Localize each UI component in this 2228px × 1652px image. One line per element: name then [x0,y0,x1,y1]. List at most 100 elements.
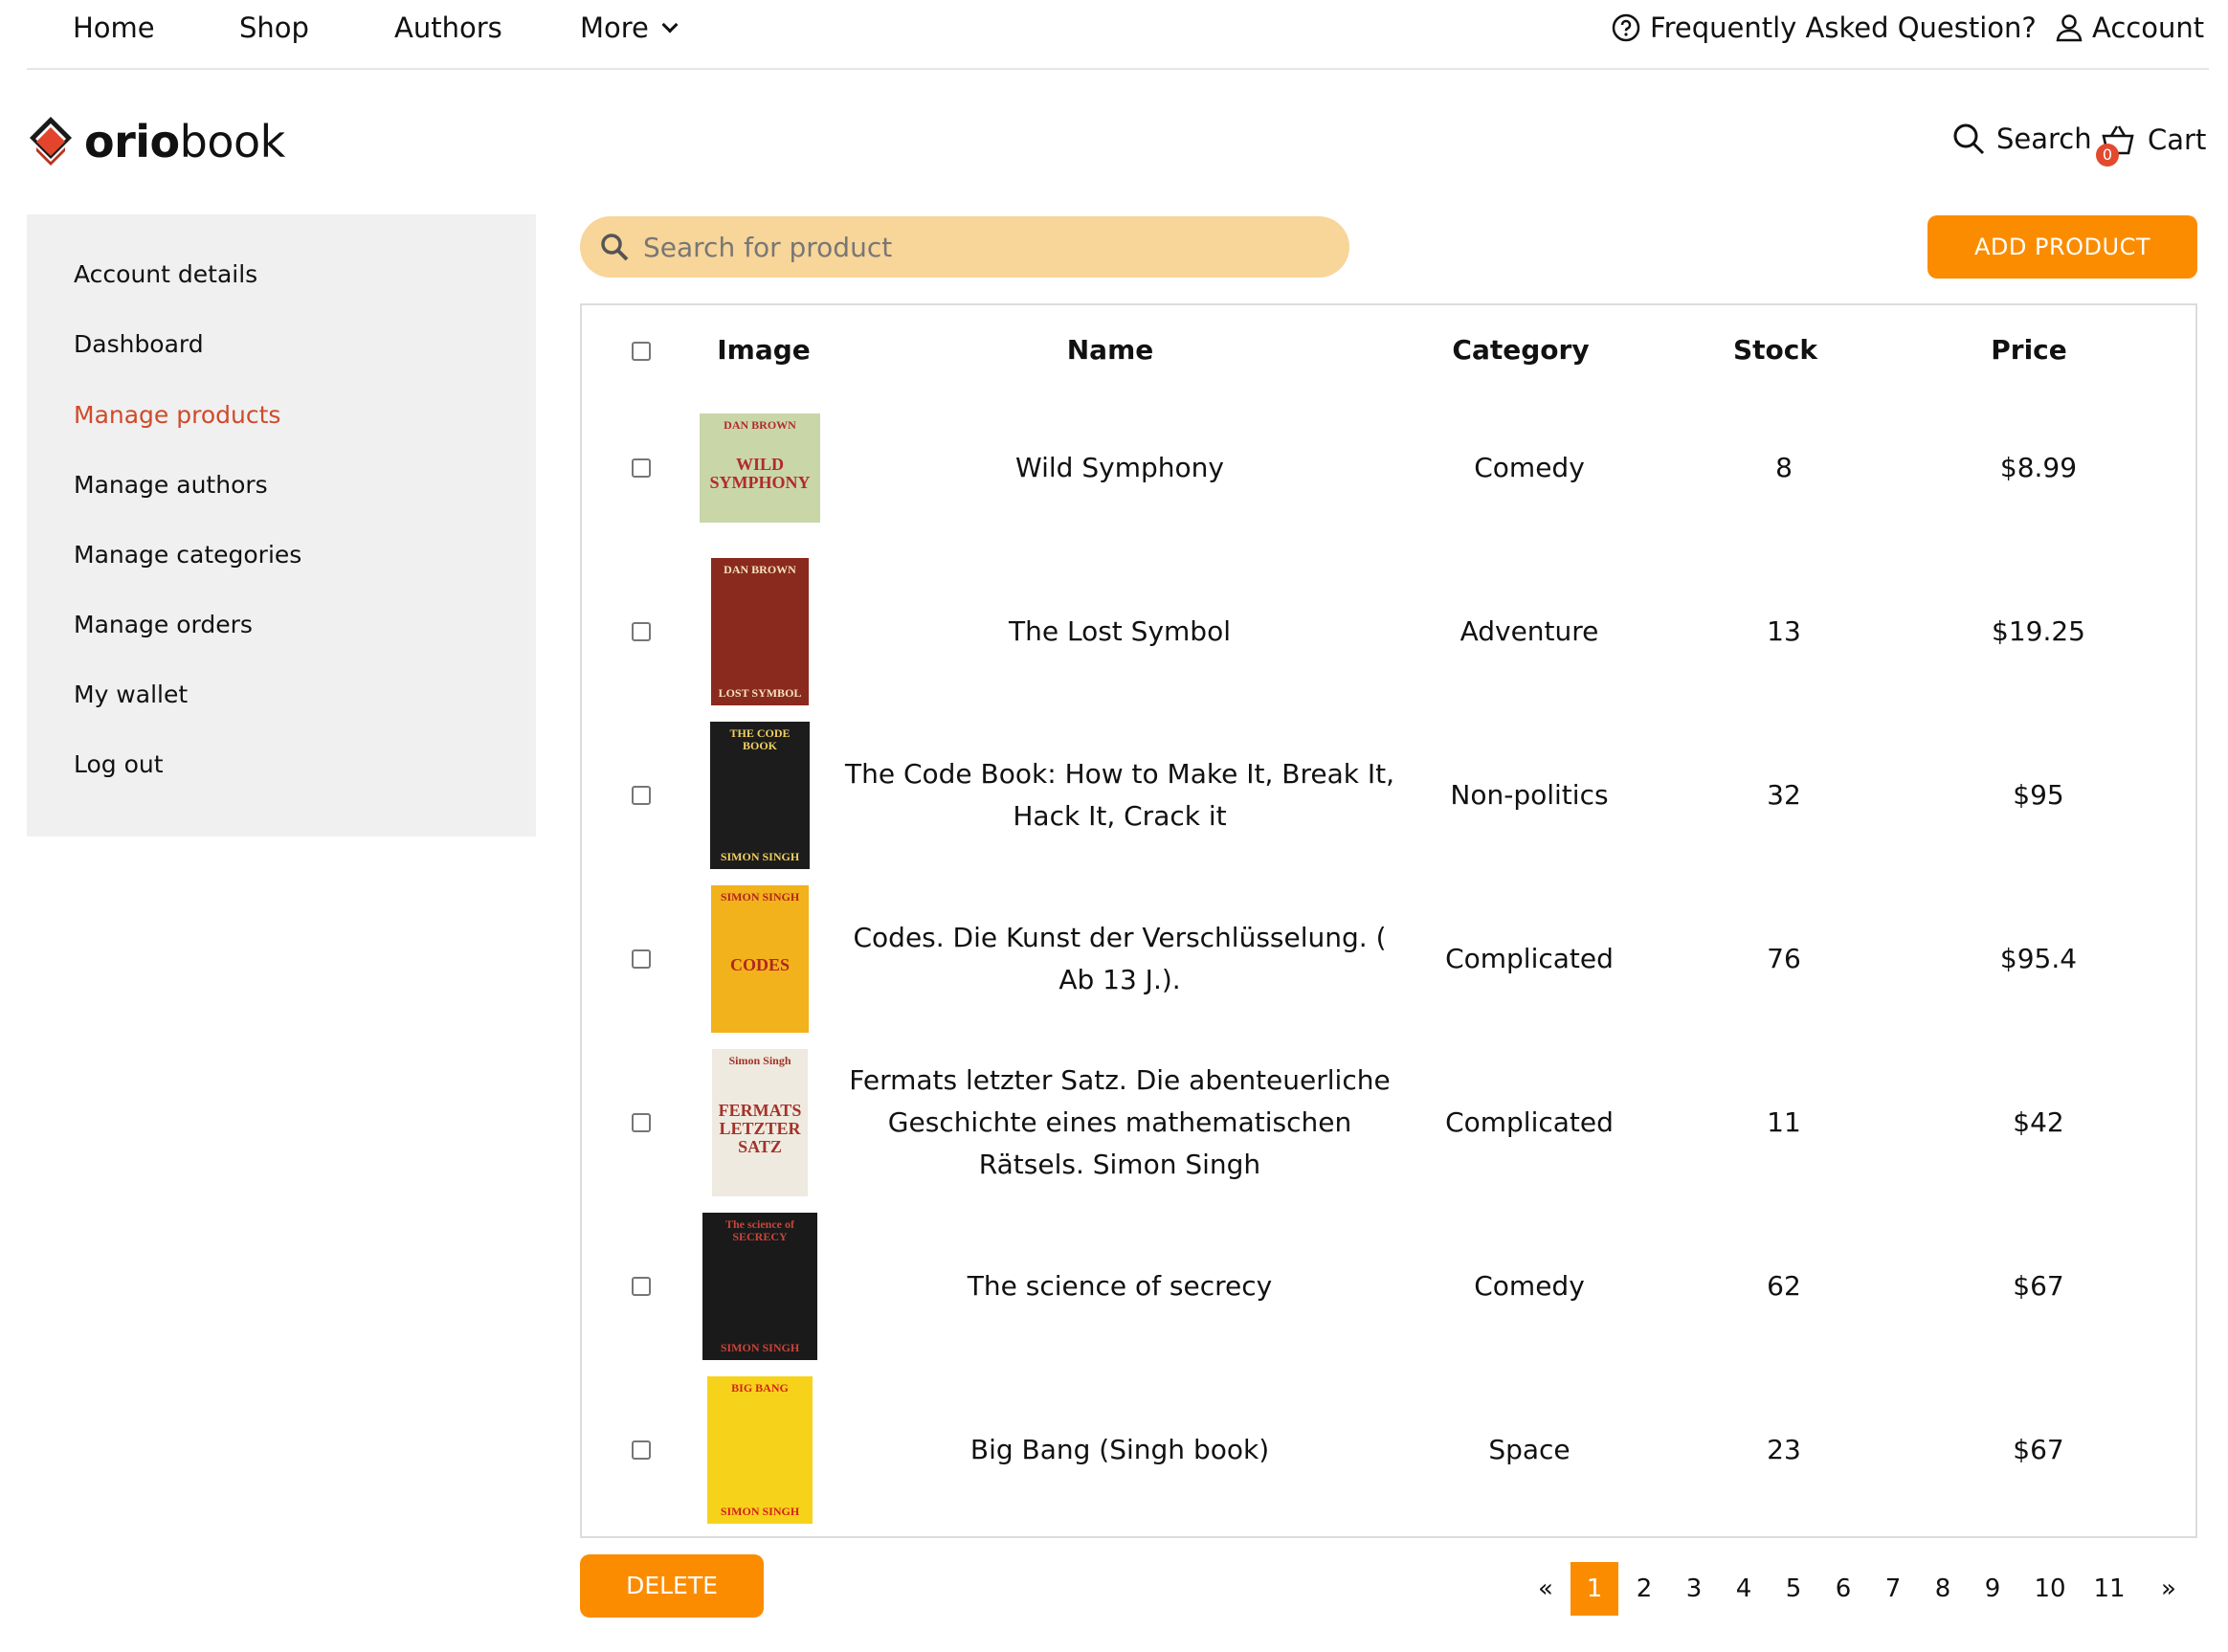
row-select-checkbox[interactable] [632,622,651,641]
delete-button[interactable]: DELETE [580,1554,764,1618]
cell-name: Wild Symphony [1015,452,1224,483]
product-search-bar [580,216,1349,278]
cell-price: $95 [2013,779,2064,811]
cover-top-text: SIMON SINGH [720,890,800,904]
cover-title-text: FERMATS LETZTER SATZ [718,1100,802,1156]
cover-top-text: Simon Singh [728,1054,791,1067]
sidebar-item-my-wallet[interactable]: My wallet [74,681,188,708]
cover-bottom-text: SIMON SINGH [720,850,800,864]
cover-bottom-text: SIMON SINGH [720,1505,800,1519]
cell-category: Complicated [1445,943,1614,974]
cart-count-badge: 0 [2096,144,2119,167]
sidebar-item-manage-products[interactable]: Manage products [74,401,280,429]
pagination-page-5[interactable]: 5 [1786,1562,1802,1616]
products-table: Image Name Category Stock Price DAN BROW… [580,303,2197,1538]
pagination-page-7[interactable]: 7 [1885,1562,1902,1616]
row-select-checkbox[interactable] [632,786,651,805]
pagination-next-button[interactable]: » [2161,1562,2176,1616]
nav-more-label: More [580,11,649,44]
nav-more-dropdown[interactable]: More [580,11,679,44]
nav-authors-link[interactable]: Authors [394,11,502,44]
cell-stock: 13 [1767,615,1801,647]
row-select-checkbox[interactable] [632,1277,651,1296]
cover-top-text: DAN BROWN [724,563,796,576]
nav-account-link[interactable]: Account [2056,11,2204,44]
header-cart-button[interactable]: 0 Cart [2096,123,2207,167]
nav-account-label: Account [2092,11,2205,44]
book-cover-image: BIG BANG SIMON SINGH [707,1376,813,1524]
cell-category: Space [1488,1434,1571,1465]
sidebar-item-dashboard[interactable]: Dashboard [74,330,204,358]
cover-title-text: CODES [729,954,790,974]
pagination-page-6[interactable]: 6 [1836,1562,1852,1616]
nav-shop-link[interactable]: Shop [239,11,309,44]
pagination-page-2[interactable]: 2 [1637,1562,1653,1616]
cell-category: Comedy [1474,452,1585,483]
sidebar-item-account-details[interactable]: Account details [74,260,257,288]
sidebar-item-manage-categories[interactable]: Manage categories [74,541,301,569]
book-cover-image: The science of SECRECY SIMON SINGH [702,1213,817,1360]
header-search-label: Search [1996,123,2092,155]
search-icon [601,234,629,261]
row-select-checkbox[interactable] [632,1440,651,1460]
pagination-page-8[interactable]: 8 [1935,1562,1951,1616]
pagination-prev-button[interactable]: « [1538,1562,1553,1616]
cover-bottom-text: LOST SYMBOL [718,686,802,701]
pagination-page-9[interactable]: 9 [1985,1562,2001,1616]
table-row: DAN BROWN LOST SYMBOL The Lost Symbol Adven… [582,550,2195,713]
cell-price: $67 [2013,1270,2064,1302]
cover-top-text: The science of SECRECY [725,1217,794,1243]
cell-name: The Code Book: How to Make It, Break It,… [844,758,1394,832]
cell-name: The Lost Symbol [1009,615,1231,647]
brand-logo[interactable]: oriobook [27,115,285,168]
cell-stock: 76 [1767,943,1801,974]
table-row: SIMON SINGH CODES Codes. Die Kunst der Ver… [582,878,2195,1040]
chevron-down-icon [661,16,679,33]
account-sidebar: Account details Dashboard Manage products M… [27,214,536,837]
add-product-button[interactable]: ADD PRODUCT [1927,215,2197,279]
product-search-input[interactable] [643,231,1313,263]
cell-name: The science of secrecy [967,1270,1273,1302]
sidebar-item-manage-orders[interactable]: Manage orders [74,611,253,638]
cover-top-text: BIG BANG [731,1381,789,1395]
cell-stock: 8 [1775,452,1793,483]
select-all-checkbox[interactable] [632,342,651,361]
row-select-checkbox[interactable] [632,1113,651,1132]
book-cover-image: DAN BROWN WILD SYMPHONY [700,413,820,523]
row-select-checkbox[interactable] [632,458,651,478]
cell-name: Codes. Die Kunst der Verschlüsselung. ( … [853,922,1387,995]
row-select-checkbox[interactable] [632,949,651,969]
header-cart-label: Cart [2148,123,2207,156]
cell-category: Comedy [1474,1270,1585,1302]
table-row: THE CODE BOOK SIMON SINGH The Code Book: H… [582,714,2195,877]
column-header-stock: Stock [1732,334,1818,366]
header-search-button[interactable]: Search [1952,123,2092,155]
cell-price: $67 [2013,1434,2064,1465]
cell-category: Adventure [1459,615,1599,647]
cell-price: $95.4 [1999,943,2078,974]
cover-bottom-text: SIMON SINGH [720,1341,800,1355]
pagination-page-10[interactable]: 10 [2034,1562,2065,1616]
pagination-page-1[interactable]: 1 [1571,1562,1618,1616]
book-cover-image: THE CODE BOOK SIMON SINGH [710,722,810,869]
pagination-page-3[interactable]: 3 [1686,1562,1703,1616]
sidebar-item-manage-authors[interactable]: Manage authors [74,471,268,499]
search-icon [1953,123,1985,155]
table-row: BIG BANG SIMON SINGH Big Bang (Singh book)… [582,1369,2195,1531]
pagination-page-4[interactable]: 4 [1736,1562,1752,1616]
nav-faq-link[interactable]: Frequently Asked Question? [1612,11,2037,44]
column-header-image: Image [717,334,811,366]
cover-title-text: WILD SYMPHONY [709,455,811,493]
pagination-page-11[interactable]: 11 [2093,1562,2125,1616]
book-cover-image: DAN BROWN LOST SYMBOL [711,558,809,705]
sidebar-item-log-out[interactable]: Log out [74,750,164,778]
cover-top-text: DAN BROWN [724,418,796,432]
cell-stock: 62 [1767,1270,1801,1302]
column-header-name: Name [1066,334,1154,366]
cell-price: $19.25 [1992,615,2085,647]
cell-stock: 23 [1767,1434,1801,1465]
table-row: The science of SECRECY SIMON SINGH The sci… [582,1205,2195,1368]
nav-home-link[interactable]: Home [73,11,155,44]
column-header-price: Price [1991,334,2067,366]
table-row: DAN BROWN WILD SYMPHONY Wild Symphony Comed… [582,387,2195,549]
